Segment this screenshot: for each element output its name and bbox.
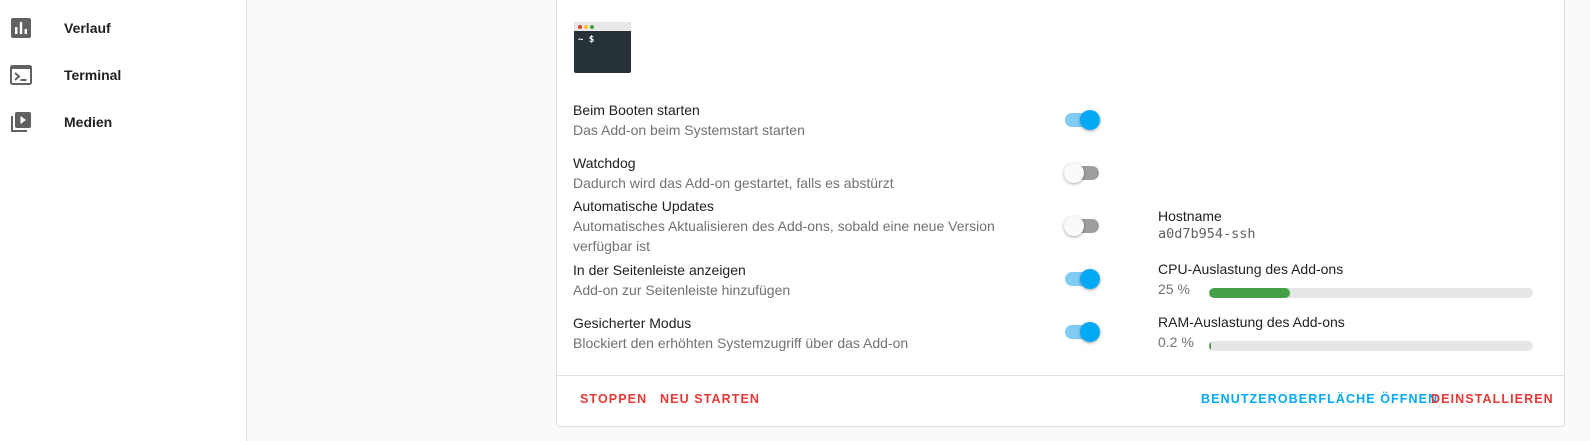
protection-mode-toggle[interactable] xyxy=(1064,322,1100,342)
cpu-usage-bar xyxy=(1209,288,1533,298)
sidebar-item-verlauf[interactable]: Verlauf xyxy=(0,6,246,50)
auto-update-toggle[interactable] xyxy=(1064,216,1100,236)
hostname-metric: Hostname a0d7b954-ssh xyxy=(1158,206,1538,242)
option-auto-update: Automatische Updates Automatisches Aktua… xyxy=(573,196,1013,256)
option-protection-mode: Gesicherter Modus Blockiert den erhöhten… xyxy=(573,313,1093,353)
sidebar-item-label: Medien xyxy=(64,114,113,130)
option-start-on-boot: Beim Booten starten Das Add-on beim Syst… xyxy=(573,100,1093,140)
sidebar-item-medien[interactable]: Medien xyxy=(0,100,246,144)
stop-button[interactable]: Stoppen xyxy=(580,392,647,406)
cpu-usage-fill xyxy=(1209,288,1290,298)
option-description: Blockiert den erhöhten Systemzugriff übe… xyxy=(573,335,909,351)
ram-usage-metric: RAM-Auslastung des Add-ons 0.2 % xyxy=(1158,312,1538,357)
cpu-usage-label: CPU-Auslastung des Add-ons xyxy=(1158,261,1344,277)
console-icon xyxy=(10,64,32,86)
option-title: Gesicherter Modus xyxy=(573,315,692,331)
card-actions: Stoppen Neu starten Benutzeroberfläche ö… xyxy=(557,375,1564,427)
hostname-value: a0d7b954-ssh xyxy=(1158,226,1256,242)
watchdog-toggle[interactable] xyxy=(1064,163,1100,183)
sidebar: Verlauf Terminal Medien xyxy=(0,0,247,441)
play-box-multiple-icon xyxy=(10,111,32,133)
sidebar-item-label: Verlauf xyxy=(64,20,111,36)
option-description: Add-on zur Seitenleiste hinzufügen xyxy=(573,282,791,298)
show-in-sidebar-toggle[interactable] xyxy=(1064,269,1100,289)
hostname-label: Hostname xyxy=(1158,208,1222,224)
option-show-in-sidebar: In der Seitenleiste anzeigen Add-on zur … xyxy=(573,260,1093,300)
option-title: Beim Booten starten xyxy=(573,102,700,118)
option-title: In der Seitenleiste anzeigen xyxy=(573,262,746,278)
chart-box-icon xyxy=(10,17,32,39)
sidebar-item-label: Terminal xyxy=(64,67,122,83)
option-description: Dadurch wird das Add-on gestartet, falls… xyxy=(573,175,894,191)
cpu-usage-metric: CPU-Auslastung des Add-ons 25 % xyxy=(1158,259,1538,304)
open-web-ui-button[interactable]: Benutzeroberfläche öffnen xyxy=(1201,392,1438,406)
option-description: Das Add-on beim Systemstart starten xyxy=(573,122,805,138)
ram-usage-label: RAM-Auslastung des Add-ons xyxy=(1158,314,1345,330)
option-title: Watchdog xyxy=(573,155,636,171)
uninstall-button[interactable]: Deinstallieren xyxy=(1431,392,1554,406)
addon-info-card: ~ $ Beim Booten starten Das Add-on beim … xyxy=(556,0,1565,427)
sidebar-item-terminal[interactable]: Terminal xyxy=(0,53,246,97)
ram-usage-bar xyxy=(1209,341,1533,351)
restart-button[interactable]: Neu starten xyxy=(660,392,760,406)
logo-prompt: ~ $ xyxy=(578,35,595,45)
start-on-boot-toggle[interactable] xyxy=(1064,110,1100,130)
option-watchdog: Watchdog Dadurch wird das Add-on gestart… xyxy=(573,153,1093,193)
option-title: Automatische Updates xyxy=(573,198,714,214)
addon-logo: ~ $ xyxy=(574,22,631,73)
option-description: Automatisches Aktualisieren des Add-ons,… xyxy=(573,218,995,254)
